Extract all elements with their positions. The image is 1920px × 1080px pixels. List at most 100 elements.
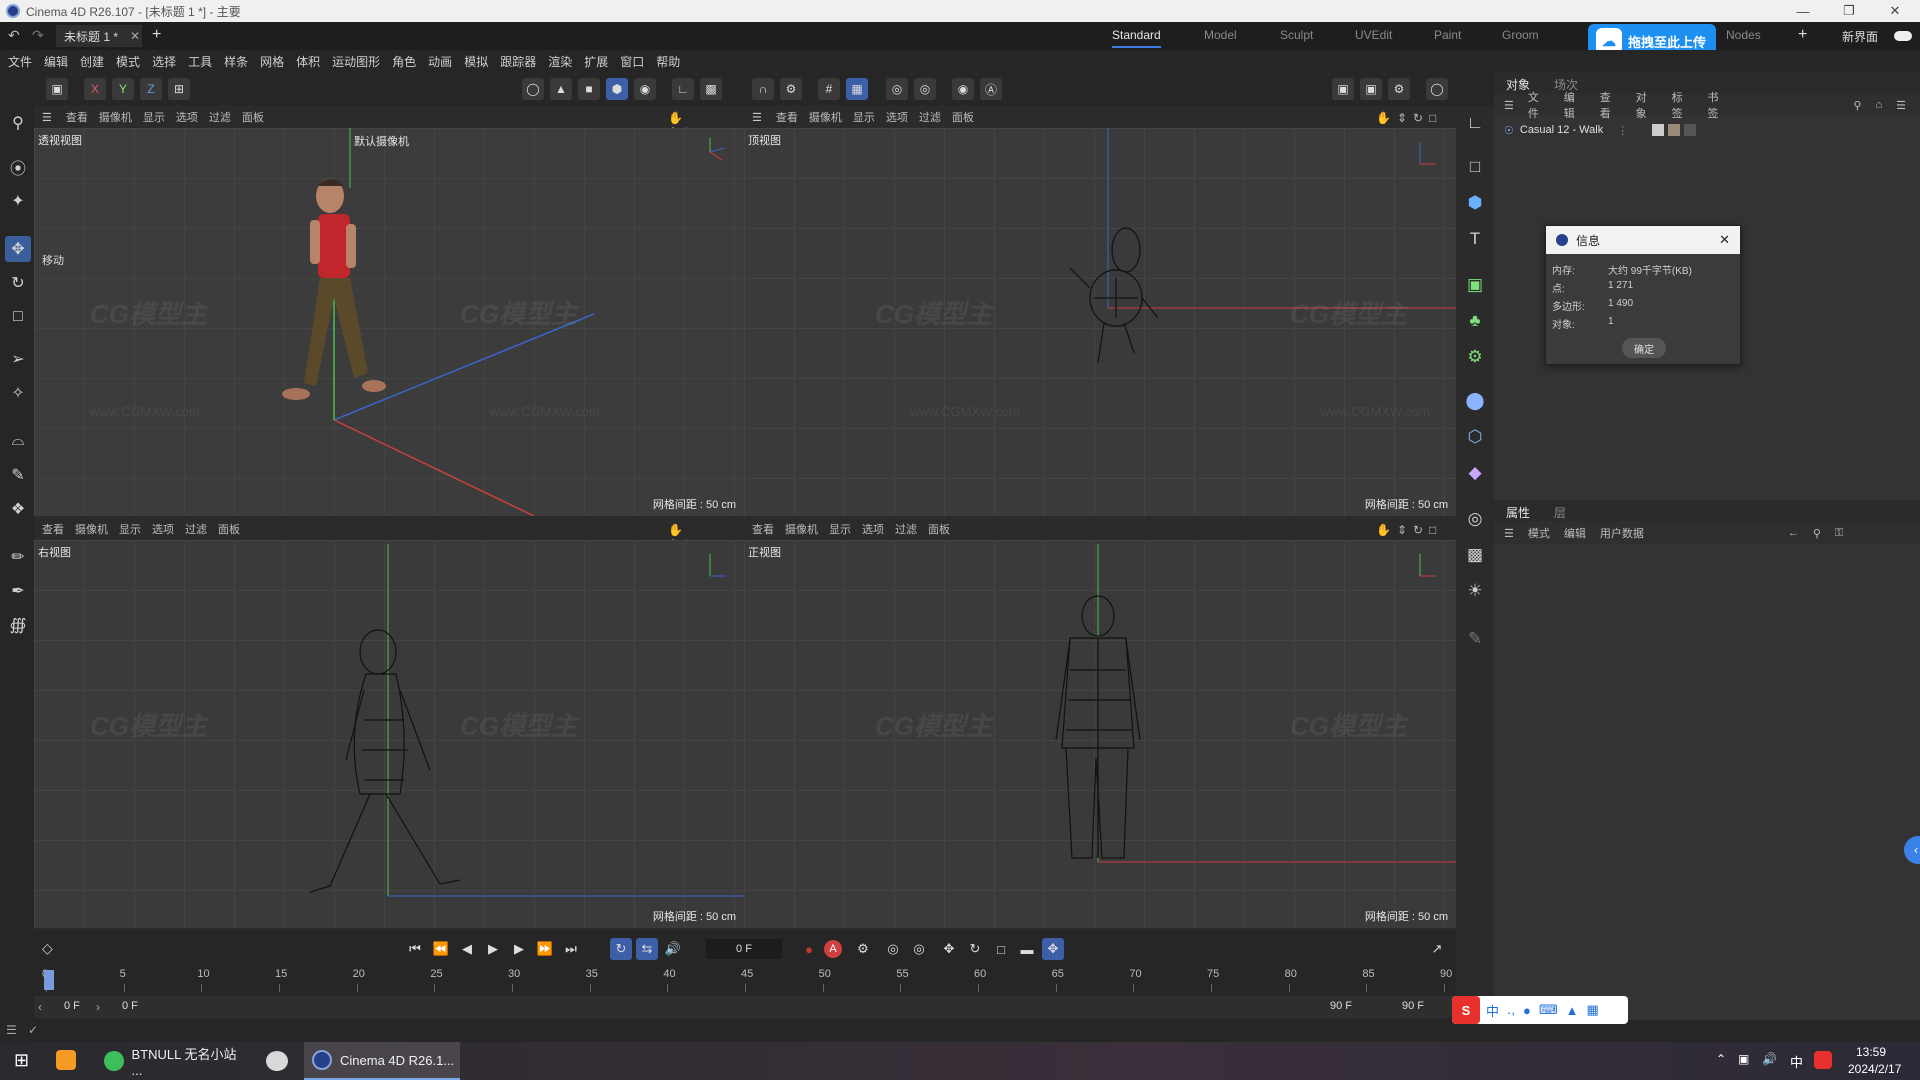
range-end-field[interactable]: 90 F — [1330, 1000, 1352, 1012]
toolbox-icon[interactable]: ▦ — [1586, 1002, 1598, 1018]
pinned-app-icon[interactable] — [56, 1050, 76, 1070]
restore-icon[interactable]: ❐ — [1826, 0, 1872, 22]
redshift-icon[interactable]: ◯ — [1426, 78, 1448, 100]
menu-animate[interactable]: 动画 — [428, 53, 452, 70]
light-icon[interactable]: ☀ — [1462, 578, 1488, 604]
om-menu-file[interactable]: 文件 — [1528, 89, 1550, 121]
scale-tool-icon[interactable]: □ — [5, 304, 31, 330]
front-menu-camera[interactable]: 摄像机 — [785, 521, 818, 537]
right-viewport[interactable]: 右视图 网格间距 : 50 cm — [34, 540, 744, 928]
visibility-dots-icon[interactable]: ⋮ — [1617, 124, 1628, 137]
undo-icon[interactable]: ↶ — [8, 27, 20, 44]
top-viewport[interactable]: 顶视图 网格间距 : 50 cm — [744, 128, 1456, 516]
top-menu-filter[interactable]: 过滤 — [919, 109, 941, 125]
document-tab[interactable]: 未标题 1 * ✕ — [56, 25, 142, 47]
material-tag-icon[interactable] — [1652, 124, 1665, 136]
om-menu-edit[interactable]: 编辑 — [1564, 89, 1586, 121]
om-menu-tags[interactable]: 标签 — [1672, 89, 1694, 121]
new-layout-label[interactable]: 新界面 — [1842, 28, 1878, 45]
lock-icon[interactable]: ⚿ — [1835, 527, 1843, 540]
deformer-icon[interactable]: ⬤ — [1462, 388, 1488, 414]
right-menu-panel[interactable]: 面板 — [218, 521, 240, 537]
tab-objects[interactable]: 对象 — [1506, 76, 1530, 93]
perspective-viewport[interactable]: 透视视图 默认摄像机 移动 网格间距 : 50 cm — [34, 128, 744, 516]
render-settings-icon[interactable]: ⚙ — [1388, 78, 1410, 100]
persp-menu-view[interactable]: 查看 — [66, 109, 88, 125]
solo-icon[interactable]: ▩ — [700, 78, 722, 100]
brush-icon[interactable]: ✏ — [5, 544, 31, 570]
rotate-tool-icon[interactable]: ↻ — [5, 270, 31, 296]
menu-spline[interactable]: 样条 — [224, 53, 248, 70]
model-mode-icon[interactable]: ⬢ — [606, 78, 628, 100]
tab-standard[interactable]: Standard — [1112, 28, 1161, 48]
attr-menu-edit[interactable]: 编辑 — [1564, 525, 1586, 541]
viewport-nav-icons[interactable]: ✋⇕↻□ — [1376, 111, 1442, 125]
object-row[interactable]: ☉ Casual 12 - Walk ⋮ — [1504, 122, 1697, 138]
phong-tag-icon[interactable] — [1684, 124, 1697, 136]
menu-help[interactable]: 帮助 — [656, 53, 680, 70]
range-slider[interactable]: ‹ 0 F › 0 F 90 F 90 F — [34, 996, 1456, 1018]
top-menu-panel[interactable]: 面板 — [952, 109, 974, 125]
range-start-field-2[interactable]: 0 F — [122, 1000, 138, 1012]
menu-render[interactable]: 渲染 — [548, 53, 572, 70]
menu-create[interactable]: 创建 — [80, 53, 104, 70]
axis-mode-icon[interactable]: ∟ — [672, 78, 694, 100]
hamburger-icon[interactable]: ☰ — [1504, 527, 1514, 540]
front-menu-display[interactable]: 显示 — [829, 521, 851, 537]
tab-paint[interactable]: Paint — [1434, 28, 1461, 42]
persp-menu-camera[interactable]: 摄像机 — [99, 109, 132, 125]
camera-object-icon[interactable]: ▩ — [1462, 542, 1488, 568]
workplane-icon[interactable]: ▦ — [846, 78, 868, 100]
cloner-icon[interactable]: ♣ — [1462, 308, 1488, 334]
skin-icon[interactable]: ▲ — [1566, 1003, 1579, 1018]
snap-icon[interactable]: ∩ — [752, 78, 774, 100]
home-icon[interactable]: ⌂ — [1875, 99, 1882, 111]
generator-icon[interactable]: ▣ — [1462, 272, 1488, 298]
tab-attributes[interactable]: 属性 — [1506, 504, 1530, 521]
clock-time[interactable]: 13:59 — [1856, 1045, 1886, 1059]
tab-groom[interactable]: Groom — [1502, 28, 1539, 42]
close-icon[interactable]: ✕ — [1719, 232, 1730, 248]
taskbar-app-browser[interactable]: BTNULL 无名小站 ... — [96, 1042, 248, 1080]
lock-workplane-icon[interactable]: ◎ — [914, 78, 936, 100]
search-icon[interactable]: ⚲ — [5, 110, 31, 136]
view-menu-icon[interactable]: ☰ — [42, 111, 52, 124]
status-check-icon[interactable]: ✓ — [28, 1023, 38, 1037]
menu-tools[interactable]: 工具 — [188, 53, 212, 70]
field-icon[interactable]: ⬡ — [1462, 424, 1488, 450]
right-menu-display[interactable]: 显示 — [119, 521, 141, 537]
close-tab-icon[interactable]: ✕ — [130, 29, 140, 43]
attr-menu-mode[interactable]: 模式 — [1528, 525, 1550, 541]
object-name[interactable]: Casual 12 - Walk — [1520, 124, 1603, 136]
select-move-icon[interactable]: ✦ — [5, 188, 31, 214]
front-menu-filter[interactable]: 过滤 — [895, 521, 917, 537]
menu-window[interactable]: 窗口 — [620, 53, 644, 70]
render-picture-viewer-icon[interactable]: ▣ — [1360, 78, 1382, 100]
text-icon[interactable]: T — [1462, 226, 1488, 252]
persp-menu-filter[interactable]: 过滤 — [209, 109, 231, 125]
pinned-app2-icon[interactable] — [266, 1051, 288, 1071]
axis-y-button[interactable]: Y — [112, 78, 134, 100]
effector-icon[interactable]: ⚙ — [1462, 344, 1488, 370]
magnet-icon[interactable]: ∰ — [5, 612, 31, 638]
coordinate-system-icon[interactable]: ⊞ — [168, 78, 190, 100]
texture-tag-icon[interactable] — [1668, 124, 1681, 136]
attr-menu-userdata[interactable]: 用户数据 — [1600, 525, 1644, 541]
ok-button[interactable]: 确定 — [1622, 338, 1666, 358]
uv-mode-icon[interactable]: ◉ — [634, 78, 656, 100]
range-start-field[interactable]: 0 F — [64, 1000, 80, 1012]
transform-tool-icon[interactable]: ➢ — [5, 346, 31, 372]
top-menu-display[interactable]: 显示 — [853, 109, 875, 125]
right-menu-camera[interactable]: 摄像机 — [75, 521, 108, 537]
axis-z-button[interactable]: Z — [140, 78, 162, 100]
search-icon[interactable]: ⚲ — [1853, 99, 1861, 112]
redo-icon[interactable]: ↷ — [32, 27, 44, 44]
edges-mode-icon[interactable]: ▲ — [550, 78, 572, 100]
tab-nodes[interactable]: Nodes — [1726, 28, 1761, 42]
top-menu-camera[interactable]: 摄像机 — [809, 109, 842, 125]
menu-character[interactable]: 角色 — [392, 53, 416, 70]
menu-mode[interactable]: 模式 — [116, 53, 140, 70]
edit-render-icon[interactable]: ✎ — [1462, 626, 1488, 652]
menu-mesh[interactable]: 网格 — [260, 53, 284, 70]
spline-sketch-icon[interactable]: ✎ — [5, 462, 31, 488]
